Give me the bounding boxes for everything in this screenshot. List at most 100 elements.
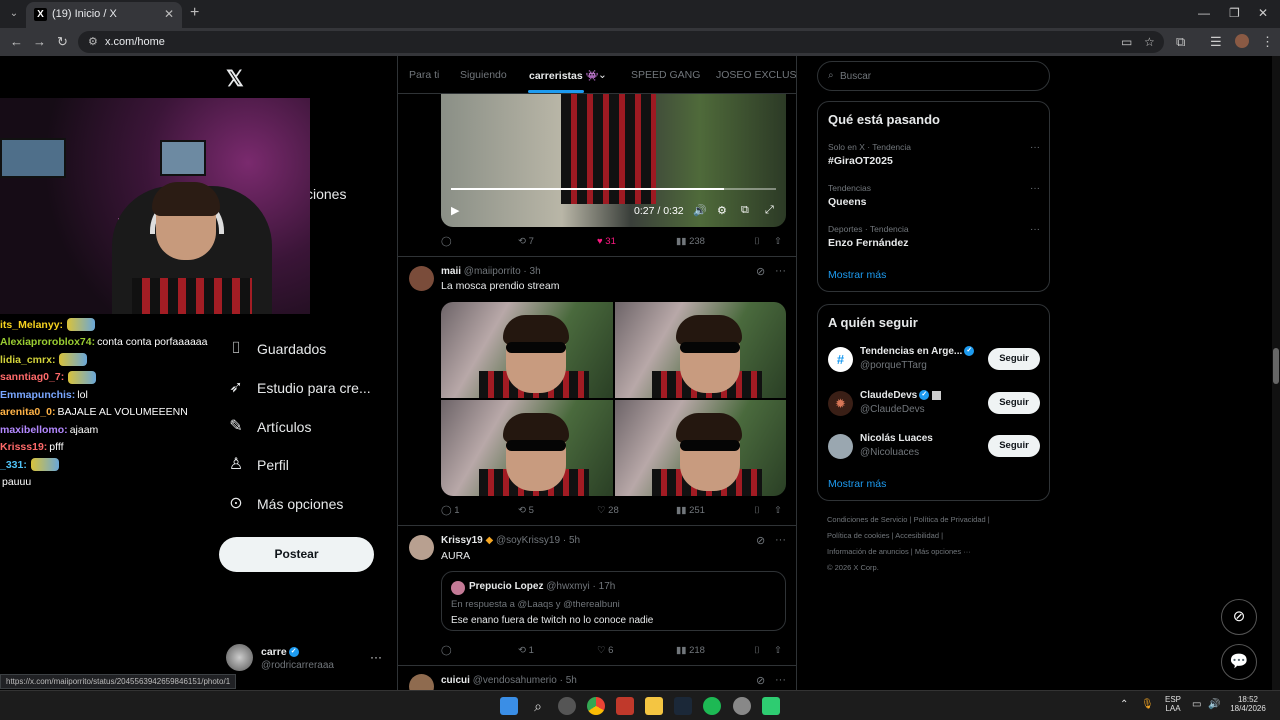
folder-icon[interactable]	[645, 697, 663, 715]
tab-close-icon[interactable]: ✕	[164, 7, 174, 21]
cast-icon[interactable]: ▭	[1121, 35, 1132, 49]
views-icon[interactable]: ▮▮ 218	[676, 645, 705, 656]
repost-icon[interactable]: ⟲ 7	[518, 236, 534, 247]
avatar[interactable]	[409, 535, 434, 560]
grok-icon[interactable]: ⊘	[756, 265, 765, 278]
sidebar-item-guardados[interactable]: ⌷ Guardados	[226, 334, 326, 364]
bookmark-icon[interactable]: ⌷	[754, 236, 760, 247]
follow-button[interactable]: Seguir	[988, 392, 1040, 414]
tweet-author[interactable]: maii	[441, 266, 461, 277]
show-more-link[interactable]: Mostrar más	[828, 478, 886, 490]
chrome-icon[interactable]	[587, 697, 605, 715]
app-icon[interactable]	[762, 697, 780, 715]
tweet-handle[interactable]: @maiiporrito	[464, 266, 521, 277]
language-indicator[interactable]: ESP LAA	[1162, 695, 1184, 713]
tab-para-ti[interactable]: Para ti	[409, 69, 439, 81]
more-icon[interactable]: ···	[1030, 183, 1040, 194]
chevron-down-icon[interactable]: ⌄	[598, 69, 607, 81]
search-input[interactable]: ⌕ Buscar	[817, 61, 1050, 91]
mic-icon[interactable]: 🎙	[1141, 699, 1154, 710]
more-icon[interactable]: ···	[775, 674, 786, 686]
like-icon[interactable]: ♥ 31	[597, 236, 616, 247]
share-icon[interactable]: ⇧	[774, 505, 782, 516]
back-icon[interactable]: ←	[10, 34, 23, 49]
more-icon[interactable]: ···	[775, 265, 786, 277]
browser-tab[interactable]: X (19) Inicio / X ✕	[26, 2, 182, 28]
app-icon[interactable]	[558, 697, 576, 715]
steam-icon[interactable]	[674, 697, 692, 715]
scrollbar-thumb[interactable]	[1273, 348, 1279, 384]
scrollbar[interactable]	[1272, 56, 1280, 696]
spotify-icon[interactable]	[703, 697, 721, 715]
quoted-tweet[interactable]: Prepucio Lopez @hwxmyi · 17h En respuest…	[441, 571, 786, 631]
windows-start-icon[interactable]	[500, 697, 518, 715]
trend-item[interactable]: Tendencias Queens ···	[828, 183, 1040, 215]
follow-item[interactable]: Nicolás Luaces @Nicoluaces Seguir	[828, 433, 1040, 463]
tweet-photo[interactable]	[614, 302, 786, 398]
tweet-handle[interactable]: @vendosahumerio	[473, 675, 557, 686]
sidebar-item-articulos[interactable]: ✎ Artículos	[226, 412, 311, 442]
trend-item[interactable]: Solo en X · Tendencia #GiraOT2025 ···	[828, 142, 1040, 174]
tweet-photo[interactable]	[441, 302, 613, 398]
views-icon[interactable]: ▮▮ 238	[676, 236, 705, 247]
tray-chevron-icon[interactable]: ⌃	[1120, 699, 1128, 710]
extensions-icon[interactable]: ⧉	[1176, 34, 1185, 50]
search-icon[interactable]: ⌕	[529, 697, 547, 715]
tweet-handle[interactable]: @soyKrissy19	[496, 535, 560, 546]
more-icon[interactable]: ···	[775, 534, 786, 546]
more-icon[interactable]: ···	[370, 650, 382, 664]
tab-carreristas[interactable]: carreristas 👾	[529, 69, 599, 82]
tab-joseo[interactable]: JOSEO EXCLUSIV	[716, 69, 796, 81]
show-more-link[interactable]: Mostrar más	[828, 269, 886, 281]
volume-icon[interactable]: 🔊	[693, 204, 707, 217]
reload-icon[interactable]: ↻	[57, 34, 68, 50]
repost-icon[interactable]: ⟲ 1	[518, 645, 534, 656]
bookmark-star-icon[interactable]: ☆	[1144, 35, 1155, 49]
tweet-author[interactable]: Krissy19	[441, 535, 483, 546]
app-icon[interactable]	[616, 697, 634, 715]
messages-button-icon[interactable]: 💬	[1221, 644, 1257, 680]
bookmark-icon[interactable]: ⌷	[754, 645, 760, 656]
grok-button-icon[interactable]: ⊘	[1221, 599, 1257, 635]
tab-search-icon[interactable]: ⌄	[6, 6, 22, 22]
settings-icon[interactable]: ⚙	[717, 204, 727, 217]
sidebar-item-perfil[interactable]: ♙ Perfil	[226, 450, 289, 480]
footer-line[interactable]: Información de anuncios | Más opciones ·…	[827, 544, 1057, 560]
fullscreen-icon[interactable]: ⤢	[765, 204, 774, 217]
share-icon[interactable]: ⇧	[774, 645, 782, 656]
site-info-icon[interactable]: ⚙	[88, 35, 98, 48]
new-tab-icon[interactable]: +	[190, 4, 199, 22]
more-icon[interactable]: ···	[1030, 224, 1040, 235]
volume-icon[interactable]: 🔊	[1208, 699, 1220, 710]
grok-icon[interactable]: ⊘	[756, 534, 765, 547]
avatar[interactable]	[409, 266, 434, 291]
browser-menu-icon[interactable]: ⋮	[1261, 34, 1274, 50]
footer-line[interactable]: Política de cookies | Accesibilidad |	[827, 528, 1057, 544]
bookmark-icon[interactable]: ⌷	[754, 505, 760, 516]
tab-siguiendo[interactable]: Siguiendo	[460, 69, 507, 81]
profile-avatar[interactable]	[1235, 34, 1249, 48]
like-icon[interactable]: ♡ 6	[597, 645, 613, 656]
maximize-icon[interactable]: ❐	[1229, 6, 1240, 20]
follow-button[interactable]: Seguir	[988, 435, 1040, 457]
follow-item[interactable]: ✹ ClaudeDevs ✓ @ClaudeDevs Seguir	[828, 390, 1040, 420]
video-player[interactable]: ▶ 0:27 / 0:32 🔊 ⚙ ⧉ ⤢	[441, 94, 786, 227]
account-switcher[interactable]: carre ✓ @rodricarreraaa ···	[226, 644, 386, 674]
reply-icon[interactable]: ◯ 1	[441, 505, 460, 516]
video-progress[interactable]	[451, 188, 776, 190]
more-icon[interactable]: ···	[1030, 142, 1040, 153]
clock[interactable]: 18:52 18/4/2026	[1226, 695, 1270, 713]
tweet-photo[interactable]	[614, 400, 786, 496]
tweet-author[interactable]: cuicui	[441, 675, 470, 686]
views-icon[interactable]: ▮▮ 251	[676, 505, 705, 516]
pip-icon[interactable]: ⧉	[741, 204, 749, 217]
settings-icon[interactable]	[733, 697, 751, 715]
sidebar-item-mas-opciones[interactable]: ⊙ Más opciones	[226, 489, 343, 519]
network-icon[interactable]: ▭	[1192, 699, 1201, 710]
trend-item[interactable]: Deportes · Tendencia Enzo Fernández ···	[828, 224, 1040, 256]
play-icon[interactable]: ▶	[451, 204, 459, 217]
tweet-time[interactable]: 3h	[530, 266, 541, 277]
tweet-time[interactable]: 5h	[566, 675, 577, 686]
follow-item[interactable]: # Tendencias en Arge... ✓ @porqueTTarg Se…	[828, 346, 1040, 376]
x-logo-icon[interactable]: 𝕏	[226, 66, 244, 92]
